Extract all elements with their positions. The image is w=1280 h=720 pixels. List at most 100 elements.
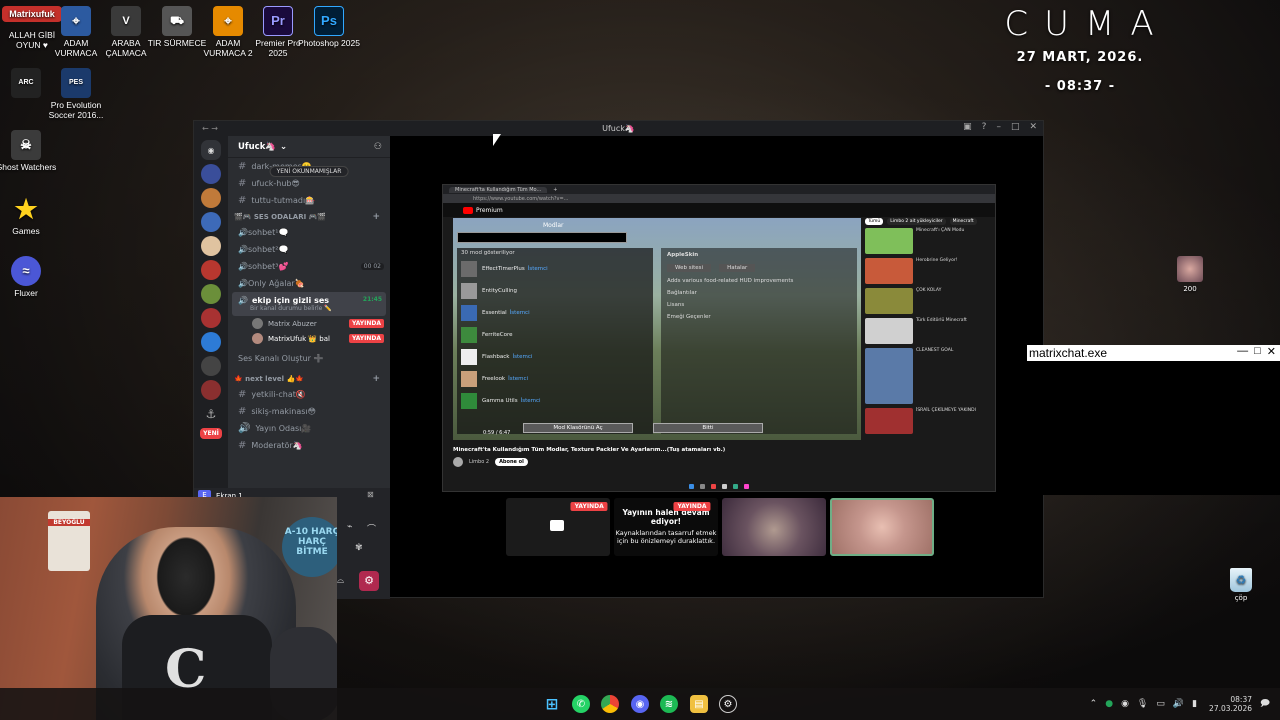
video-title: Minecraft'ta Kullandığım Tüm Modlar, Tex… [453, 447, 726, 453]
voice-channel-sohbet-3[interactable]: 🔊sohbet³💕 00 02 [228, 258, 390, 275]
stop-stream-icon[interactable]: ⊠ [367, 490, 374, 499]
server-icon[interactable] [201, 212, 221, 232]
live-badge: YAYINDA [570, 502, 608, 511]
participant-video-tile-selected[interactable] [830, 498, 934, 556]
inbox-icon[interactable]: ▣ [963, 122, 972, 132]
anchor-icon[interactable]: ⚓ [201, 404, 221, 424]
ghost-icon: ☠ [11, 130, 41, 160]
voice-channel-yayin-odasi[interactable]: 🔊 Yayın Odası🎥 [228, 420, 390, 437]
notification-icon[interactable]: 🗩 [1260, 696, 1270, 712]
channel-status[interactable]: Bir kanal durumu belirle ✏️ [250, 305, 332, 312]
browser-tab[interactable]: Minecraft'ta Kullandığım Tüm Mo... [449, 186, 548, 193]
new-tab-icon[interactable]: + [553, 187, 557, 193]
server-icon[interactable] [201, 284, 221, 304]
video-time: 0:59 / 6:47 [483, 430, 511, 436]
server-icon[interactable] [201, 356, 221, 376]
voice-channel-sohbet-2[interactable]: 🔊sohbet²🗨️ [228, 241, 390, 258]
display-icon[interactable]: ▭ [1156, 699, 1165, 709]
maximize-button[interactable]: □ [1011, 122, 1020, 132]
status-dot-icon[interactable]: ● [1105, 699, 1113, 709]
channel-sikis-makinasi[interactable]: # sikiş-makinası😳 [228, 403, 390, 420]
whatsapp-icon[interactable]: ✆ [572, 695, 590, 713]
gta-icon: V [111, 6, 141, 36]
volume-icon[interactable]: 🔊 [1173, 699, 1184, 709]
discord-home-icon[interactable]: ◉ [201, 140, 221, 160]
desktop-icon-recycle-bin[interactable]: ♻ çöp [1226, 568, 1256, 602]
spotify-icon[interactable]: ≋ [660, 695, 678, 713]
mod-item: EntityCulling [457, 280, 653, 302]
minimize-button[interactable]: – [996, 122, 1001, 132]
clock-date: 27 MART, 2026. [1016, 50, 1144, 65]
premiere-icon: Pr [263, 6, 293, 36]
clock-widget: CUMA 27 MART, 2026. - 08:37 - [980, 4, 1180, 94]
mic-icon[interactable]: 🎙 [1137, 699, 1148, 709]
server-icon[interactable] [201, 236, 221, 256]
voice-channel-sohbet-1[interactable]: 🔊sohbet¹🗨️ [228, 224, 390, 241]
disconnect-icon[interactable]: ⌒ [367, 522, 376, 535]
server-icon[interactable] [201, 380, 221, 400]
desktop-icon-games[interactable]: ★ Games [0, 194, 58, 236]
desktop-icon-photoshop[interactable]: Ps Photoshop 2025 [297, 6, 361, 48]
minecraft-mods-screen: Modlar 30 mod gösteriliyor EffectTimerPl… [453, 218, 861, 440]
category-voice[interactable]: 🎬🎮 SES ODALARI 🎮🎬 + [228, 209, 390, 224]
stream-viewer[interactable]: Minecraft'ta Kullandığım Tüm Mo... + htt… [442, 184, 996, 492]
channel-yetkili-chat[interactable]: # yetkili-chat🔇 [228, 386, 390, 403]
headphones-icon[interactable]: ⌓ [337, 576, 344, 586]
chevron-up-icon[interactable]: ⌃ [1090, 699, 1098, 709]
windows-start-icon[interactable]: ⊞ [543, 695, 561, 713]
add-channel-icon[interactable]: + [372, 212, 380, 222]
matrixchat-titlebar[interactable]: matrixchat.exe — □ ✕ [1027, 345, 1280, 361]
discord-tray-icon[interactable]: ◉ [1121, 699, 1129, 709]
channel-tuttu-tutmadi[interactable]: # tuttu-tutmadı🎰 [228, 192, 390, 209]
desktop-icon-ghost-watchers[interactable]: ☠ Ghost Watchers [0, 130, 58, 172]
settings-gear-icon[interactable]: ⚙ [359, 571, 379, 591]
paused-stream-tile[interactable]: YAYINDA Yayının halen devam ediyor! Kayn… [614, 498, 718, 556]
close-button[interactable]: ✕ [1029, 122, 1037, 132]
mc-title: Modlar [543, 222, 564, 229]
new-server-badge[interactable]: YENİ [200, 428, 222, 439]
server-icon[interactable] [201, 308, 221, 328]
help-icon[interactable]: ? [982, 122, 987, 132]
taskbar-clock[interactable]: 08:37 27.03.2026 [1209, 695, 1252, 713]
window-titlebar[interactable]: ← → Ufuck🦄 ▣ ? – □ ✕ [194, 121, 1043, 136]
desktop-icon-fluxer[interactable]: ≈ Fluxer [0, 256, 58, 298]
voice-member[interactable]: MatrixUfuk 👑 bal YAYINDA [228, 331, 390, 346]
channel-moderator[interactable]: # Moderatör🦄 [228, 437, 390, 454]
server-icon[interactable] [201, 188, 221, 208]
avatar [1177, 256, 1203, 282]
files-icon[interactable]: ▤ [690, 695, 708, 713]
desktop-icon-pes[interactable]: PES Pro Evolution Soccer 2016... [44, 68, 108, 120]
chrome-icon[interactable] [601, 695, 619, 713]
voice-channel-only-agalar[interactable]: 🔊Only Ağalar🍖 [228, 275, 390, 292]
participant-video-tile[interactable] [722, 498, 826, 556]
matrixchat-window[interactable]: matrixchat.exe — □ ✕ [1027, 345, 1280, 495]
voice-member[interactable]: Matrix Abuzer YAYINDA [228, 316, 390, 331]
soundboard-icon[interactable]: ✾ [355, 543, 363, 553]
browser-address-bar[interactable]: https://www.youtube.com/watch?v=... [443, 194, 995, 203]
server-header[interactable]: Ufuck🦄 ⌄ ⚇ [228, 136, 390, 158]
server-icon[interactable] [201, 164, 221, 184]
desktop-icon-200[interactable]: 200 [1176, 256, 1204, 293]
noise-suppression-icon[interactable]: ⌁ [347, 522, 352, 532]
avatar [252, 318, 263, 329]
battery-icon[interactable]: ▮ [1192, 699, 1197, 709]
minimize-button[interactable]: — [1237, 345, 1248, 358]
add-channel-icon[interactable]: + [372, 374, 380, 384]
youtube-recommendations: Tümü Limbo 2 ait yükleyiciler Minecraft … [865, 218, 991, 478]
paused-body: Kaynaklarından tasarruf etmek için bu ön… [615, 529, 717, 545]
stream-tile[interactable]: YAYINDA [506, 498, 610, 556]
mc-open-folder-button: Mod Klasörünü Aç [523, 423, 633, 433]
voice-channel-active[interactable]: 🔊 ekip için gizli ses 21:45 Bir kanal dur… [232, 292, 386, 316]
discord-icon[interactable]: ◉ [631, 695, 649, 713]
server-icon[interactable] [201, 260, 221, 280]
server-name: Ufuck🦄 [238, 141, 276, 152]
app-icon[interactable]: ⚙ [719, 695, 737, 713]
add-user-icon[interactable]: ⚇ [374, 142, 382, 152]
maximize-button[interactable]: □ [1254, 345, 1261, 358]
category-next-level[interactable]: 🍁 next level 👍🍁 + [228, 371, 390, 386]
close-button[interactable]: ✕ [1267, 345, 1276, 358]
channel-ufuck-hub[interactable]: # ufuck-hub😎 [228, 175, 390, 192]
create-voice-channel[interactable]: Ses Kanalı Oluştur ➕ [228, 350, 390, 367]
desktop-icon-label: Ghost Watchers [0, 162, 57, 172]
server-icon[interactable] [201, 332, 221, 352]
